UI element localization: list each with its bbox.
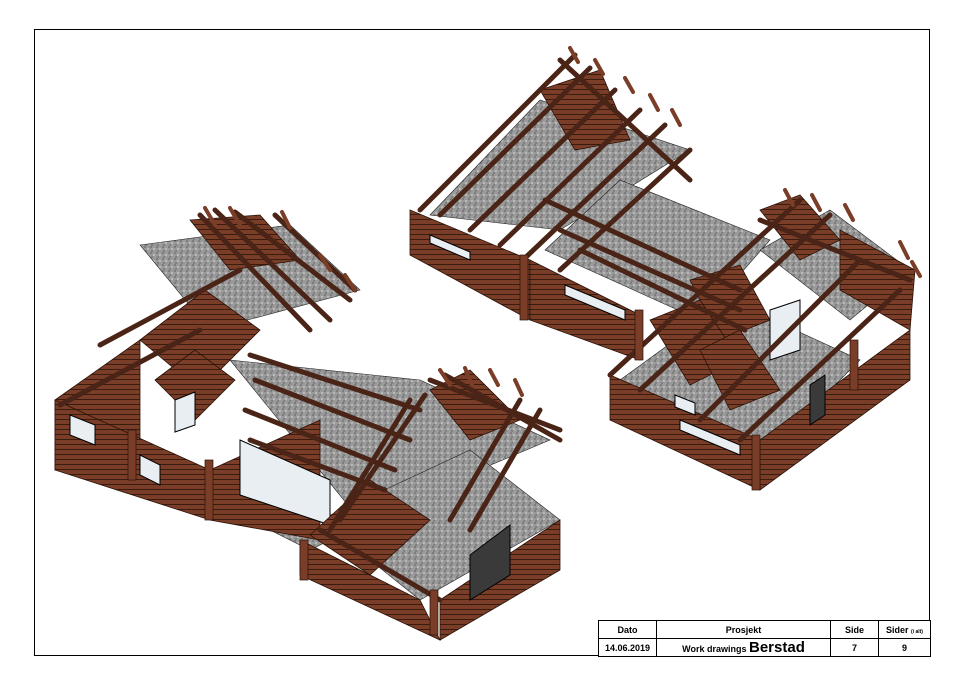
title-block: Dato Prosjekt Side Sider (i alt) 14.06.2… <box>598 620 931 657</box>
pages-value: 9 <box>878 638 931 657</box>
date-value: 14.06.2019 <box>598 638 657 657</box>
page-header: Side <box>830 620 879 639</box>
title-block-header-row: Dato Prosjekt Side Sider (i alt) <box>598 620 931 639</box>
pages-header-cell: Sider (i alt) <box>878 620 931 639</box>
project-prefix: Work drawings <box>682 644 747 654</box>
project-value: Work drawings Berstad <box>656 638 831 657</box>
project-header: Prosjekt <box>656 620 831 639</box>
title-block-value-row: 14.06.2019 Work drawings Berstad 7 9 <box>598 638 931 657</box>
page-value: 7 <box>830 638 879 657</box>
date-header: Dato <box>598 620 657 639</box>
project-name: Berstad <box>749 639 805 656</box>
pages-header-note: (i alt) <box>911 628 923 635</box>
drawing-canvas <box>54 46 922 641</box>
pages-header: Sider <box>886 624 909 635</box>
